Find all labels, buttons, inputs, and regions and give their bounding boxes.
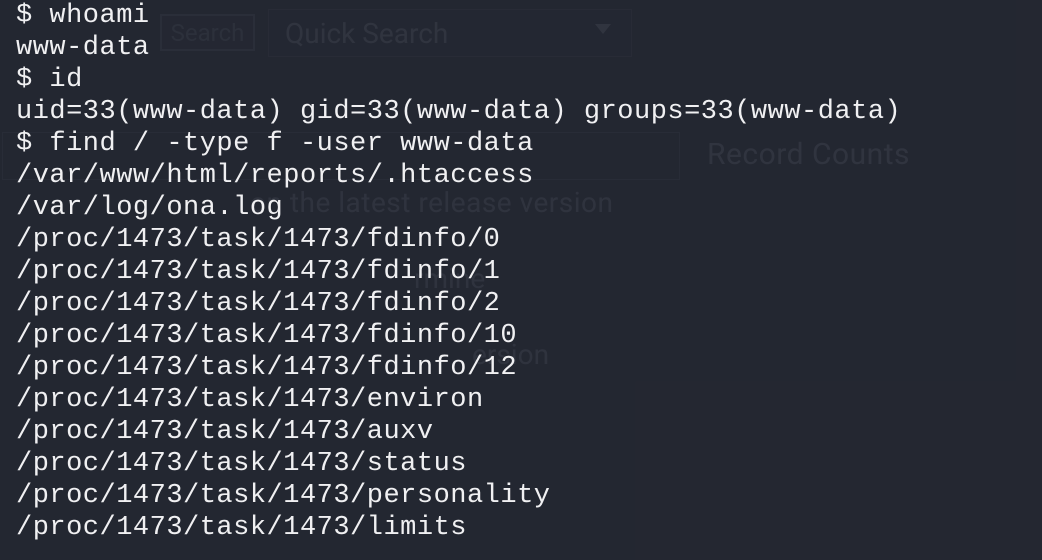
terminal-line: $ whoami [16, 0, 1042, 32]
terminal-line: $ id [16, 64, 1042, 96]
terminal-line: $ find / -type f -user www-data [16, 128, 1042, 160]
terminal-line: /var/log/ona.log [16, 192, 1042, 224]
terminal-line: /proc/1473/task/1473/environ [16, 384, 1042, 416]
terminal-line: uid=33(www-data) gid=33(www-data) groups… [16, 96, 1042, 128]
terminal-line: www-data [16, 32, 1042, 64]
terminal-line: /proc/1473/task/1473/fdinfo/0 [16, 224, 1042, 256]
terminal-line: /proc/1473/task/1473/fdinfo/1 [16, 256, 1042, 288]
terminal-line: /proc/1473/task/1473/personality [16, 480, 1042, 512]
terminal-line: /proc/1473/task/1473/auxv [16, 416, 1042, 448]
terminal-line: /proc/1473/task/1473/fdinfo/10 [16, 320, 1042, 352]
terminal-output[interactable]: $ whoamiwww-data$ iduid=33(www-data) gid… [0, 0, 1042, 560]
terminal-line: /var/www/html/reports/.htaccess [16, 160, 1042, 192]
terminal-line: /proc/1473/task/1473/limits [16, 512, 1042, 544]
terminal-line: /proc/1473/task/1473/fdinfo/12 [16, 352, 1042, 384]
terminal-line: /proc/1473/task/1473/fdinfo/2 [16, 288, 1042, 320]
terminal-line: /proc/1473/task/1473/status [16, 448, 1042, 480]
